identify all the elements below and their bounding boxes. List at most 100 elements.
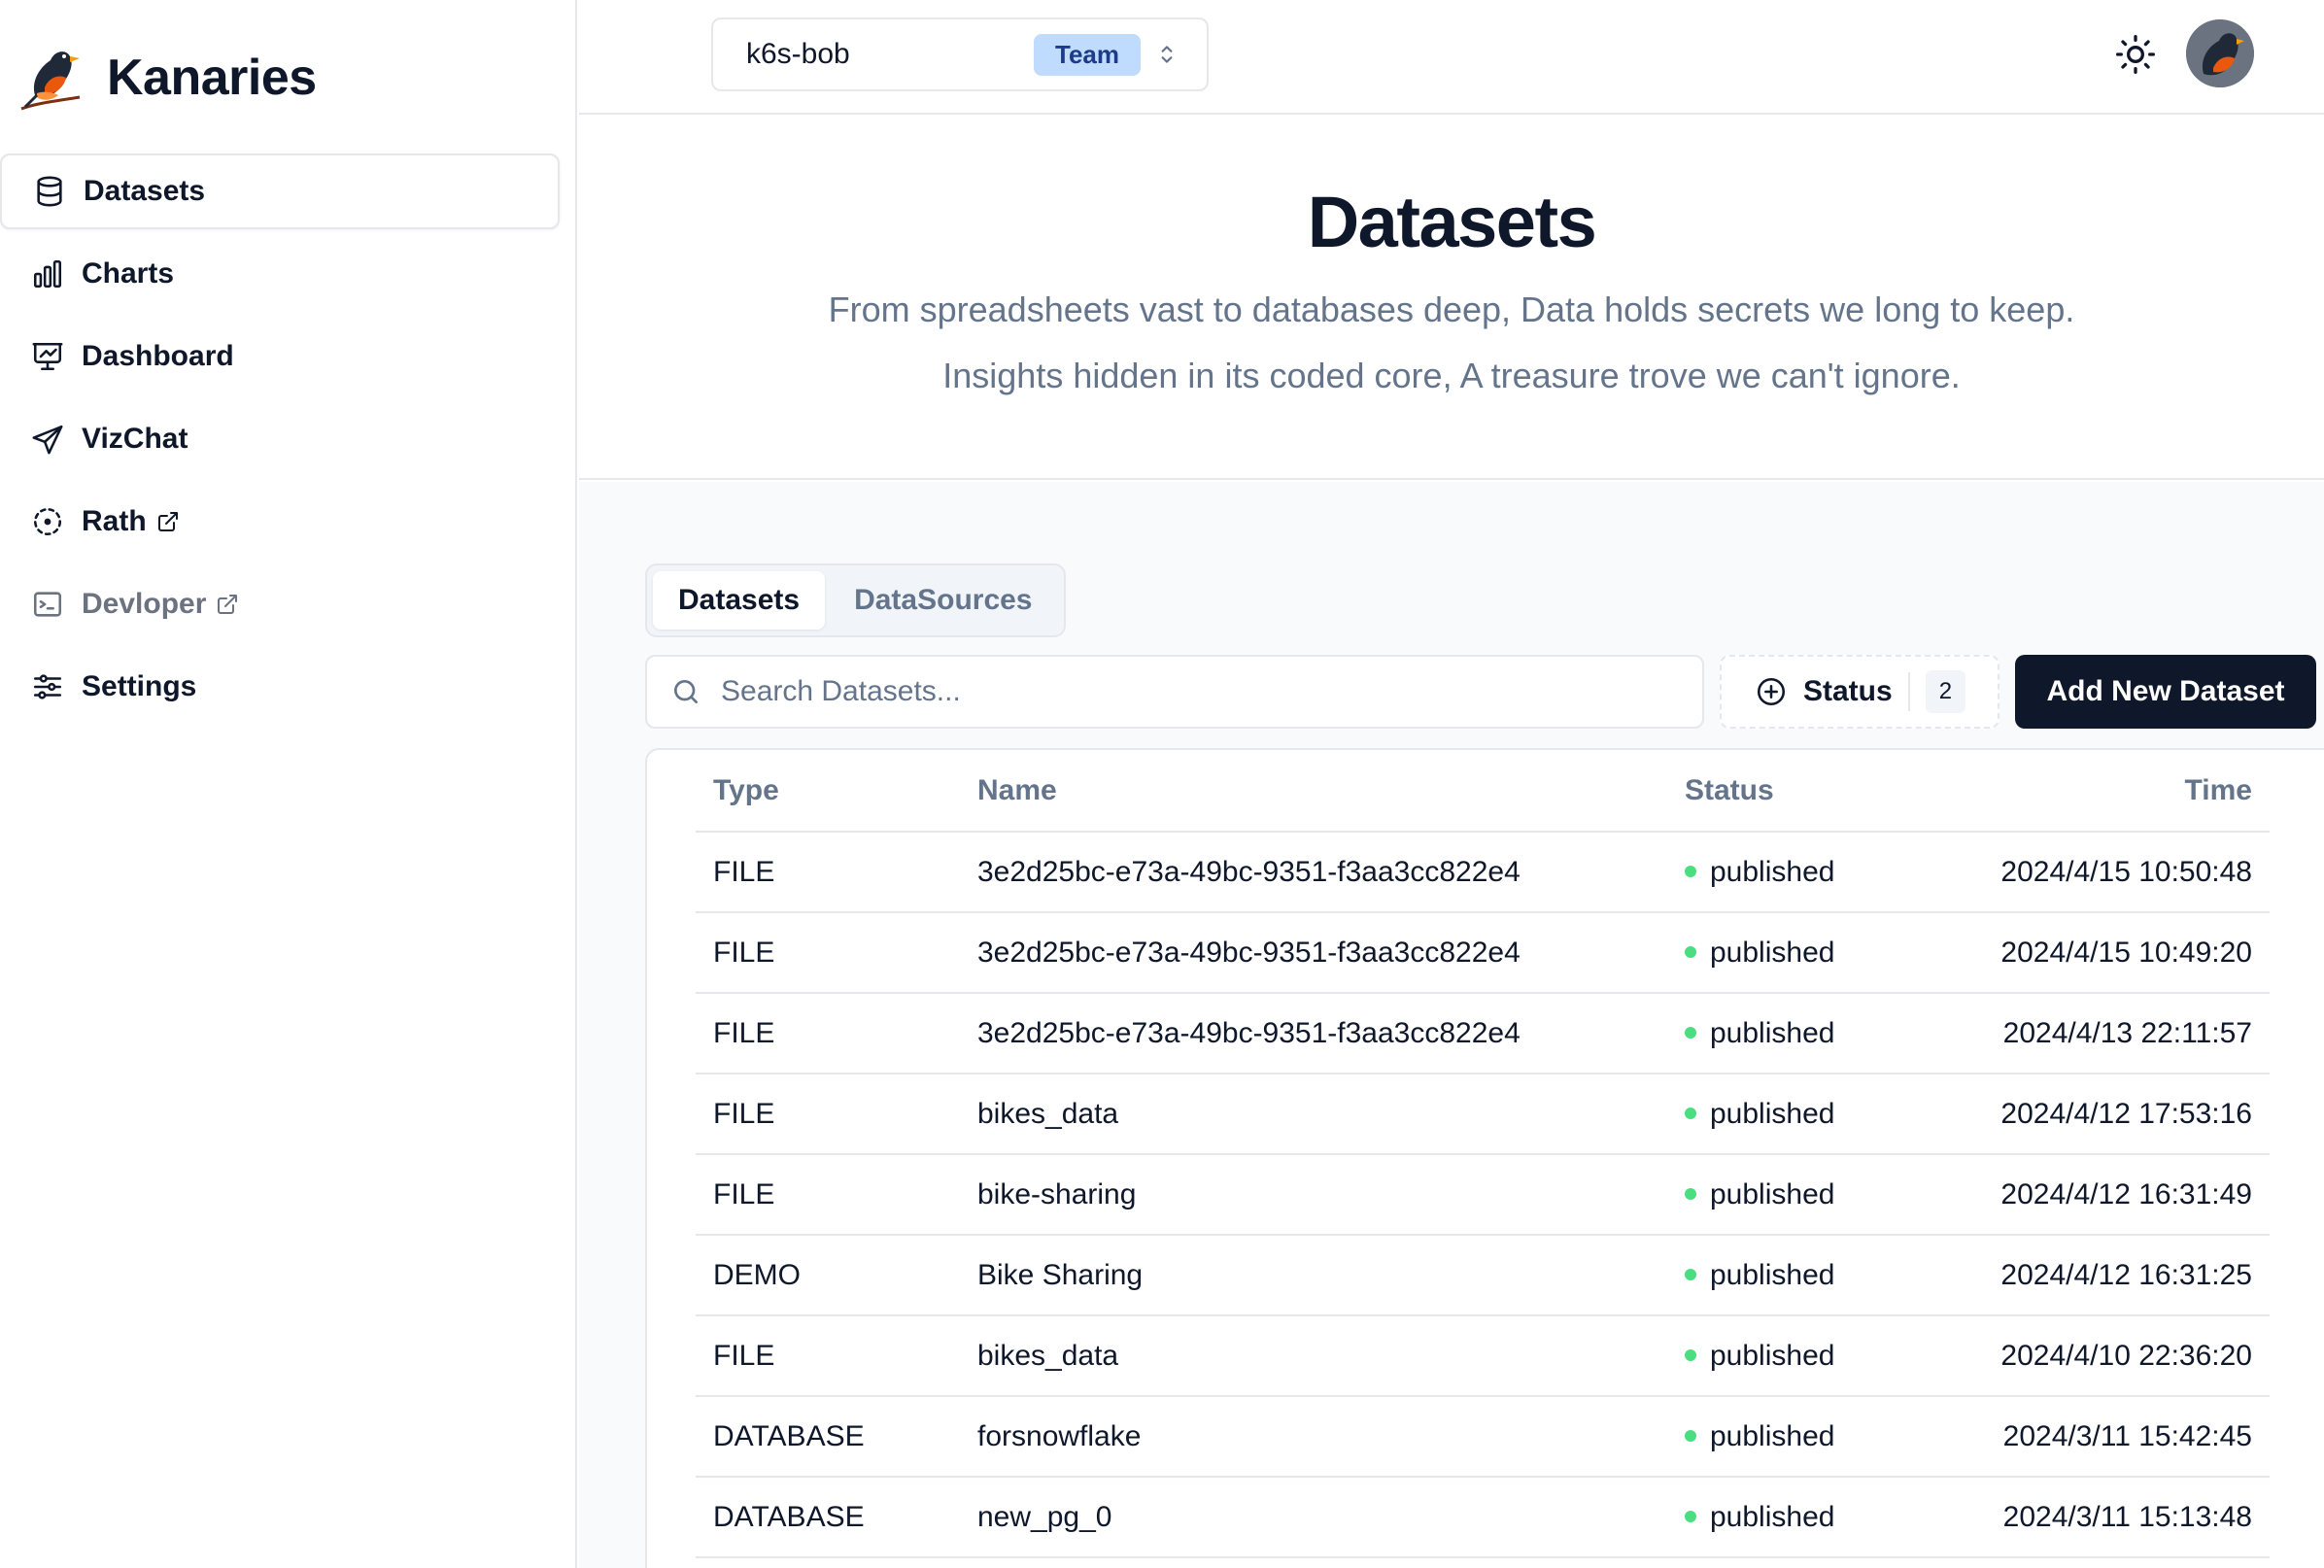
status-dot-icon (1685, 1510, 1696, 1522)
cell-status: published (1667, 832, 1978, 913)
bar-chart-icon (31, 257, 64, 290)
sidebar-item-label: VizChat (82, 423, 188, 455)
cell-status: published (1667, 1074, 1978, 1155)
sidebar: Kanaries Datasets Charts Dashboard VizCh… (0, 0, 577, 1568)
sidebar-item-label: Datasets (84, 175, 206, 207)
kanaries-bird-logo-icon (20, 51, 81, 111)
table-row[interactable]: DATABASE new_pg_0 published 2024/3/11 15:13… (696, 1477, 2270, 1558)
add-new-dataset-button[interactable]: Add New Dataset (2015, 655, 2316, 729)
sidebar-item-charts[interactable]: Charts (0, 236, 560, 312)
status-text: published (1710, 1339, 1835, 1372)
status-dot-icon (1685, 1429, 1696, 1442)
page-title: Datasets (1307, 182, 1597, 262)
table-row[interactable]: FILE 3e2d25bc-e73a-49bc-9351-f3aa3cc822e4… (696, 993, 2270, 1074)
sidebar-item-label: Settings (82, 670, 197, 702)
cell-type: FILE (696, 993, 960, 1074)
sliders-icon (31, 670, 64, 703)
status-filter-button[interactable]: Status 2 (1720, 655, 1999, 729)
table-row[interactable]: FILE bike-sharing published 2024/4/12 16:31… (696, 1154, 2270, 1236)
cell-name: bikes_data (960, 1074, 1667, 1155)
external-link-icon (156, 510, 180, 533)
table-header-row: Type Name Status Time (696, 750, 2270, 833)
table-row[interactable]: FILE bikes_data published 2024/4/10 22:36:2… (696, 1315, 2270, 1397)
sidebar-item-label: Charts (82, 257, 175, 290)
divider (1907, 672, 1910, 711)
brand-logo[interactable]: Kanaries (16, 39, 317, 117)
column-header-time[interactable]: Time (1978, 750, 2270, 833)
send-icon (31, 423, 64, 456)
cell-time: 2024/4/12 17:53:16 (1978, 1074, 2270, 1155)
terminal-icon (31, 588, 64, 621)
status-text: published (1710, 936, 1835, 969)
cell-status: published (1667, 1315, 1978, 1397)
sidebar-item-devloper[interactable]: Devloper (0, 566, 560, 642)
sidebar-item-rath[interactable]: Rath (0, 484, 560, 560)
column-header-name[interactable]: Name (960, 750, 1667, 833)
tab-list: Datasets DataSources (645, 563, 1066, 637)
cell-time: 2024/4/10 22:36:20 (1978, 1315, 2270, 1397)
brand-name: Kanaries (107, 50, 317, 106)
cell-name: 3e2d25bc-e73a-49bc-9351-f3aa3cc822e4 (960, 993, 1667, 1074)
cell-status: published (1667, 1154, 1978, 1236)
table-row[interactable]: FILE 3e2d25bc-e73a-49bc-9351-f3aa3cc822e4… (696, 912, 2270, 994)
cell-status: published (1667, 912, 1978, 994)
sidebar-item-dashboard[interactable]: Dashboard (0, 319, 560, 394)
cell-type: FILE (696, 1315, 960, 1397)
status-text: published (1710, 1016, 1835, 1049)
cell-name: Bike Sharing (960, 1235, 1667, 1316)
status-text: published (1710, 1500, 1835, 1533)
cell-name: forsnowflake (960, 1396, 1667, 1478)
page-hero: Datasets From spreadsheets vast to datab… (579, 117, 2324, 480)
table-row[interactable]: FILE 3e2d25bc-e73a-49bc-9351-f3aa3cc822e4… (696, 832, 2270, 913)
column-header-type[interactable]: Type (696, 750, 960, 833)
search-input[interactable] (721, 675, 1702, 708)
sidebar-item-vizchat[interactable]: VizChat (0, 401, 560, 477)
chevron-up-down-icon (1161, 46, 1173, 63)
sidebar-item-settings[interactable]: Settings (0, 649, 560, 725)
status-dot-icon (1685, 1348, 1696, 1361)
status-dot-icon (1685, 1107, 1696, 1119)
status-filter-label: Status (1803, 675, 1893, 707)
search-box (645, 655, 1704, 729)
search-icon (674, 680, 698, 703)
cell-type: FILE (696, 912, 960, 994)
table-row[interactable]: DATABASE forsnowflake published 2024/3/11 1… (696, 1396, 2270, 1478)
tab-datasources[interactable]: DataSources (829, 571, 1057, 630)
table-row[interactable]: FILE bikes_data published 2024/4/12 17:53:1… (696, 1074, 2270, 1155)
cell-time: 2024/4/15 10:49:20 (1978, 912, 2270, 994)
status-filter-count: 2 (1925, 670, 1966, 713)
cell-name: bike-sharing (960, 1154, 1667, 1236)
user-avatar[interactable] (2186, 19, 2254, 87)
tab-datasets[interactable]: Datasets (653, 571, 826, 630)
dashed-circle-icon (31, 505, 64, 538)
status-dot-icon (1685, 1187, 1696, 1200)
status-dot-icon (1685, 945, 1696, 958)
cell-time: 2024/4/13 22:11:57 (1978, 993, 2270, 1074)
cell-time: 2024/4/12 16:31:25 (1978, 1235, 2270, 1316)
cell-time: 2024/3/11 15:13:48 (1978, 1477, 2270, 1558)
status-dot-icon (1685, 1026, 1696, 1039)
status-dot-icon (1685, 865, 1696, 877)
top-bar: k6s-bob Team (579, 0, 2324, 115)
sidebar-nav: Datasets Charts Dashboard VizChat Rath D… (0, 153, 560, 732)
datasets-table: Type Name Status Time FILE 3e2d25bc-e73a-… (696, 750, 2270, 1558)
cell-status: published (1667, 1396, 1978, 1478)
cell-type: FILE (696, 832, 960, 913)
theme-toggle-button[interactable] (2114, 33, 2157, 76)
team-selector[interactable]: k6s-bob Team (711, 17, 1209, 91)
cell-status: published (1667, 1235, 1978, 1316)
cell-status: published (1667, 993, 1978, 1074)
presentation-chart-icon (31, 340, 64, 373)
team-badge: Team (1034, 33, 1141, 76)
cell-type: FILE (696, 1154, 960, 1236)
cell-type: DATABASE (696, 1396, 960, 1478)
table-row[interactable]: DEMO Bike Sharing published 2024/4/12 16:31… (696, 1235, 2270, 1316)
cell-name: new_pg_0 (960, 1477, 1667, 1558)
status-text: published (1710, 855, 1835, 888)
column-header-status[interactable]: Status (1667, 750, 1978, 833)
cell-type: DEMO (696, 1235, 960, 1316)
hero-subtitle-line1: From spreadsheets vast to databases deep… (828, 290, 2075, 329)
sidebar-item-datasets[interactable]: Datasets (0, 153, 560, 229)
sidebar-item-label: Dashboard (82, 340, 234, 372)
cell-name: 3e2d25bc-e73a-49bc-9351-f3aa3cc822e4 (960, 832, 1667, 913)
